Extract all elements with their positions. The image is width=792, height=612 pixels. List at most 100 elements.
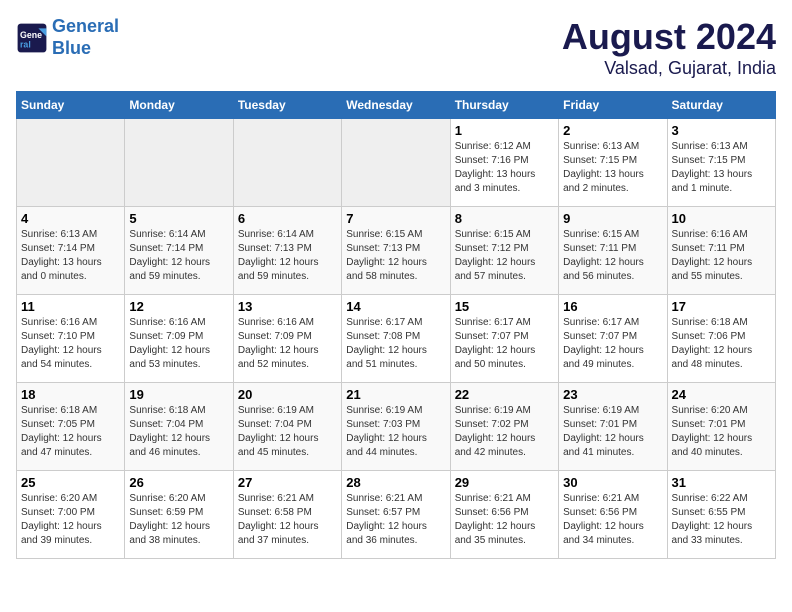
svg-text:Gene: Gene: [20, 30, 42, 40]
day-info: Sunrise: 6:21 AMSunset: 6:56 PMDaylight:…: [455, 492, 554, 548]
calendar-cell: 14Sunrise: 6:17 AMSunset: 7:08 PMDayligh…: [342, 295, 450, 383]
day-number: 10: [672, 211, 771, 226]
day-number: 28: [346, 475, 445, 490]
day-info: Sunrise: 6:18 AMSunset: 7:05 PMDaylight:…: [21, 404, 120, 460]
day-number: 17: [672, 299, 771, 314]
day-number: 1: [455, 123, 554, 138]
day-number: 15: [455, 299, 554, 314]
day-number: 13: [238, 299, 337, 314]
calendar-cell: 12Sunrise: 6:16 AMSunset: 7:09 PMDayligh…: [125, 295, 233, 383]
day-number: 24: [672, 387, 771, 402]
calendar-cell: [125, 119, 233, 207]
col-header-saturday: Saturday: [667, 92, 775, 119]
location-title: Valsad, Gujarat, India: [562, 58, 776, 79]
calendar-cell: 10 Sunrise: 6:16 AMSunset: 7:11 PMDayligh…: [667, 207, 775, 295]
calendar-cell: 13Sunrise: 6:16 AMSunset: 7:09 PMDayligh…: [233, 295, 341, 383]
day-info: Sunrise: 6:19 AMSunset: 7:01 PMDaylight:…: [563, 404, 662, 460]
day-number: 7: [346, 211, 445, 226]
day-number: 22: [455, 387, 554, 402]
calendar-cell: 20 Sunrise: 6:19 AMSunset: 7:04 PMDayligh…: [233, 383, 341, 471]
day-info: Sunrise: 6:19 AMSunset: 7:03 PMDaylight:…: [346, 404, 445, 460]
calendar-cell: 26 Sunrise: 6:20 AMSunset: 6:59 PMDayligh…: [125, 471, 233, 559]
day-info: Sunrise: 6:15 AMSunset: 7:12 PMDaylight:…: [455, 228, 554, 284]
day-number: 11: [21, 299, 120, 314]
day-number: 9: [563, 211, 662, 226]
calendar-cell: [17, 119, 125, 207]
day-info: Sunrise: 6:17 AMSunset: 7:07 PMDaylight:…: [455, 316, 554, 372]
day-info: Sunrise: 6:21 AMSunset: 6:58 PMDaylight:…: [238, 492, 337, 548]
calendar-week-1: 1 Sunrise: 6:12 AMSunset: 7:16 PMDaylight…: [17, 119, 776, 207]
day-info: Sunrise: 6:21 AMSunset: 6:57 PMDaylight:…: [346, 492, 445, 548]
day-info: Sunrise: 6:16 AMSunset: 7:11 PMDaylight:…: [672, 228, 771, 284]
day-number: 5: [129, 211, 228, 226]
calendar-cell: [233, 119, 341, 207]
day-info: Sunrise: 6:13 AMSunset: 7:14 PMDaylight:…: [21, 228, 120, 284]
day-info: Sunrise: 6:20 AMSunset: 7:00 PMDaylight:…: [21, 492, 120, 548]
col-header-tuesday: Tuesday: [233, 92, 341, 119]
calendar-cell: 15 Sunrise: 6:17 AMSunset: 7:07 PMDayligh…: [450, 295, 558, 383]
day-info: Sunrise: 6:22 AMSunset: 6:55 PMDaylight:…: [672, 492, 771, 548]
day-number: 14: [346, 299, 445, 314]
day-number: 31: [672, 475, 771, 490]
calendar-cell: 24 Sunrise: 6:20 AMSunset: 7:01 PMDayligh…: [667, 383, 775, 471]
calendar-cell: 3Sunrise: 6:13 AMSunset: 7:15 PMDaylight…: [667, 119, 775, 207]
calendar-week-4: 18Sunrise: 6:18 AMSunset: 7:05 PMDayligh…: [17, 383, 776, 471]
day-number: 2: [563, 123, 662, 138]
calendar-cell: 9 Sunrise: 6:15 AMSunset: 7:11 PMDaylight…: [559, 207, 667, 295]
day-number: 27: [238, 475, 337, 490]
day-number: 29: [455, 475, 554, 490]
day-number: 12: [129, 299, 228, 314]
day-info: Sunrise: 6:19 AMSunset: 7:02 PMDaylight:…: [455, 404, 554, 460]
calendar-cell: 7 Sunrise: 6:15 AMSunset: 7:13 PMDaylight…: [342, 207, 450, 295]
calendar-cell: 5 Sunrise: 6:14 AMSunset: 7:14 PMDaylight…: [125, 207, 233, 295]
calendar-header-row: SundayMondayTuesdayWednesdayThursdayFrid…: [17, 92, 776, 119]
col-header-wednesday: Wednesday: [342, 92, 450, 119]
col-header-monday: Monday: [125, 92, 233, 119]
calendar-cell: 6Sunrise: 6:14 AMSunset: 7:13 PMDaylight…: [233, 207, 341, 295]
calendar-cell: 28 Sunrise: 6:21 AMSunset: 6:57 PMDayligh…: [342, 471, 450, 559]
logo-blue: Blue: [52, 38, 91, 58]
calendar-cell: 11 Sunrise: 6:16 AMSunset: 7:10 PMDayligh…: [17, 295, 125, 383]
day-info: Sunrise: 6:18 AMSunset: 7:04 PMDaylight:…: [129, 404, 228, 460]
day-info: Sunrise: 6:15 AMSunset: 7:11 PMDaylight:…: [563, 228, 662, 284]
col-header-sunday: Sunday: [17, 92, 125, 119]
day-info: Sunrise: 6:12 AMSunset: 7:16 PMDaylight:…: [455, 140, 554, 196]
calendar-week-5: 25Sunrise: 6:20 AMSunset: 7:00 PMDayligh…: [17, 471, 776, 559]
calendar-cell: 1 Sunrise: 6:12 AMSunset: 7:16 PMDaylight…: [450, 119, 558, 207]
day-info: Sunrise: 6:16 AMSunset: 7:10 PMDaylight:…: [21, 316, 120, 372]
calendar-cell: 2Sunrise: 6:13 AMSunset: 7:15 PMDaylight…: [559, 119, 667, 207]
day-number: 21: [346, 387, 445, 402]
day-info: Sunrise: 6:14 AMSunset: 7:13 PMDaylight:…: [238, 228, 337, 284]
day-info: Sunrise: 6:13 AMSunset: 7:15 PMDaylight:…: [672, 140, 771, 196]
day-number: 16: [563, 299, 662, 314]
day-info: Sunrise: 6:17 AMSunset: 7:07 PMDaylight:…: [563, 316, 662, 372]
day-info: Sunrise: 6:20 AMSunset: 7:01 PMDaylight:…: [672, 404, 771, 460]
calendar-week-3: 11 Sunrise: 6:16 AMSunset: 7:10 PMDayligh…: [17, 295, 776, 383]
calendar-cell: 19 Sunrise: 6:18 AMSunset: 7:04 PMDayligh…: [125, 383, 233, 471]
day-number: 20: [238, 387, 337, 402]
day-info: Sunrise: 6:19 AMSunset: 7:04 PMDaylight:…: [238, 404, 337, 460]
calendar-cell: 31 Sunrise: 6:22 AMSunset: 6:55 PMDayligh…: [667, 471, 775, 559]
logo-icon: Gene ral: [16, 22, 48, 54]
calendar-week-2: 4Sunrise: 6:13 AMSunset: 7:14 PMDaylight…: [17, 207, 776, 295]
calendar-cell: 29 Sunrise: 6:21 AMSunset: 6:56 PMDayligh…: [450, 471, 558, 559]
calendar-cell: 4Sunrise: 6:13 AMSunset: 7:14 PMDaylight…: [17, 207, 125, 295]
col-header-thursday: Thursday: [450, 92, 558, 119]
day-info: Sunrise: 6:14 AMSunset: 7:14 PMDaylight:…: [129, 228, 228, 284]
day-number: 8: [455, 211, 554, 226]
day-info: Sunrise: 6:18 AMSunset: 7:06 PMDaylight:…: [672, 316, 771, 372]
header: Gene ral General Blue August 2024 Valsad…: [16, 16, 776, 79]
calendar-cell: 30Sunrise: 6:21 AMSunset: 6:56 PMDayligh…: [559, 471, 667, 559]
calendar-cell: [342, 119, 450, 207]
day-number: 26: [129, 475, 228, 490]
day-info: Sunrise: 6:15 AMSunset: 7:13 PMDaylight:…: [346, 228, 445, 284]
col-header-friday: Friday: [559, 92, 667, 119]
calendar-cell: 17 Sunrise: 6:18 AMSunset: 7:06 PMDayligh…: [667, 295, 775, 383]
day-info: Sunrise: 6:20 AMSunset: 6:59 PMDaylight:…: [129, 492, 228, 548]
day-number: 19: [129, 387, 228, 402]
logo-general: General: [52, 16, 119, 36]
logo: Gene ral General Blue: [16, 16, 119, 59]
calendar-cell: 27 Sunrise: 6:21 AMSunset: 6:58 PMDayligh…: [233, 471, 341, 559]
calendar-cell: 22 Sunrise: 6:19 AMSunset: 7:02 PMDayligh…: [450, 383, 558, 471]
calendar-cell: 21 Sunrise: 6:19 AMSunset: 7:03 PMDayligh…: [342, 383, 450, 471]
